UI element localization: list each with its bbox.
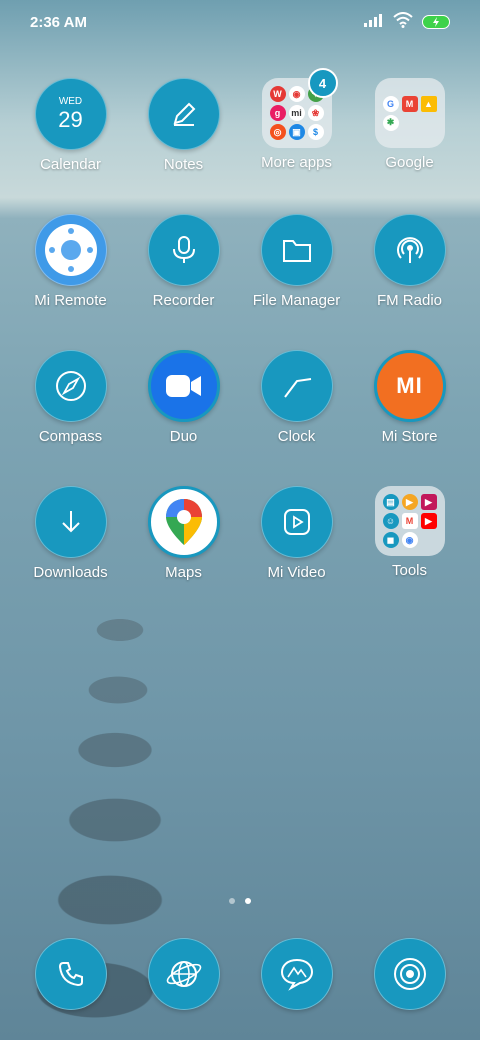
app-label: Maps [165,564,202,581]
status-bar: 2:36 AM [0,0,480,44]
app-mi-store[interactable]: MI Mi Store [353,350,466,445]
folder-icon: W ◉ ✦ g mi ❀ ◎ ▣ $ 4 [261,68,338,148]
app-duo[interactable]: Duo [127,350,240,445]
contacts-icon: ☺ [382,513,399,529]
folder-tools[interactable]: ▤ ▶ ▶ ☺ M ▶ ◼ ◉ Tools [353,486,466,581]
app-icon: g [269,105,286,121]
app-icon: mi [288,105,305,121]
calendar-day: WED [58,95,83,107]
camera-icon [373,938,446,1010]
app-file-manager[interactable]: File Manager [240,214,353,309]
messages-icon [260,938,333,1010]
app-label: Notes [163,156,204,173]
folder-more-apps[interactable]: W ◉ ✦ g mi ❀ ◎ ▣ $ 4 More apps [240,68,353,173]
app-icon: ▤ [382,494,399,510]
app-icon: ◎ [269,124,286,140]
page-indicator [0,898,480,904]
clock-icon [260,350,333,422]
notes-pen-icon [147,78,220,150]
battery-charging-icon [422,15,450,29]
app-label: Calendar [40,156,101,173]
app-fm-radio[interactable]: FM Radio [353,214,466,309]
folder-icon: ▤ ▶ ▶ ☺ M ▶ ◼ ◉ [374,486,445,556]
play-store-icon: ▶ [420,494,437,510]
app-label: Downloads [33,564,108,581]
app-label: Mi Video [267,564,326,581]
browser-icon [147,938,220,1010]
wifi-icon [393,12,413,32]
radio-icon [373,214,446,286]
page-dot-active[interactable] [245,898,251,904]
wps-icon: W [269,86,286,102]
folder-google[interactable]: G M ▲ ✱ Google [353,78,466,173]
remote-icon [34,214,107,286]
page-dot[interactable] [229,898,235,904]
app-mi-video[interactable]: Mi Video [240,486,353,581]
dock-camera[interactable] [353,938,466,1010]
folder-outline-icon [260,214,333,286]
app-icon: ◉ [288,86,305,102]
chrome-icon: ◉ [401,532,418,548]
download-arrow-icon [34,486,107,558]
app-label: Tools [391,562,428,579]
dock [14,938,466,1010]
app-clock[interactable]: Clock [240,350,353,445]
calendar-icon: WED 29 [34,78,107,150]
app-label: More apps [261,154,332,171]
photos-icon: ✱ [382,114,399,131]
drive-icon: ▲ [420,95,437,112]
notification-badge: 4 [307,68,338,98]
mi-logo-text: MI [396,373,423,398]
gmail-icon: M [401,95,418,112]
app-label: Mi Remote [34,292,107,309]
signal-icon [364,13,384,31]
maps-pin-icon [147,486,220,558]
phone-icon [34,938,107,1010]
app-label: Clock [277,428,316,445]
dock-messages[interactable] [240,938,353,1010]
microphone-icon [147,214,220,286]
dock-browser[interactable] [127,938,240,1010]
mi-logo-icon: MI [373,350,446,422]
app-label: Mi Store [381,428,438,445]
app-icon: ▶ [401,494,418,510]
youtube-icon: ▶ [420,513,437,529]
app-label: Compass [38,428,103,445]
app-label: FM Radio [376,292,443,309]
app-label: File Manager [252,292,341,309]
calendar-date: 29 [58,106,83,132]
app-mi-remote[interactable]: Mi Remote [14,214,127,309]
app-notes[interactable]: Notes [127,78,240,173]
app-label: Duo [169,428,198,445]
app-downloads[interactable]: Downloads [14,486,127,581]
app-label: Recorder [152,292,215,309]
video-icon: ◼ [382,532,399,548]
app-calendar[interactable]: WED 29 Calendar [14,78,127,173]
app-label: Google [385,154,434,171]
app-icon: $ [307,124,324,140]
gmail-icon: M [401,513,418,529]
video-camera-icon [147,350,220,422]
status-time: 2:36 AM [30,13,87,31]
app-recorder[interactable]: Recorder [127,214,240,309]
app-icon: ❀ [307,105,324,121]
dock-phone[interactable] [14,938,127,1010]
play-icon [260,486,333,558]
folder-icon: G M ▲ ✱ [374,78,445,148]
google-icon: G [382,95,399,112]
app-icon: ▣ [288,124,305,140]
app-compass[interactable]: Compass [14,350,127,445]
app-grid: WED 29 Calendar Notes W ◉ ✦ g mi ❀ ◎ ▣ $… [14,68,466,581]
compass-icon [34,350,107,422]
app-maps[interactable]: Maps [127,486,240,581]
